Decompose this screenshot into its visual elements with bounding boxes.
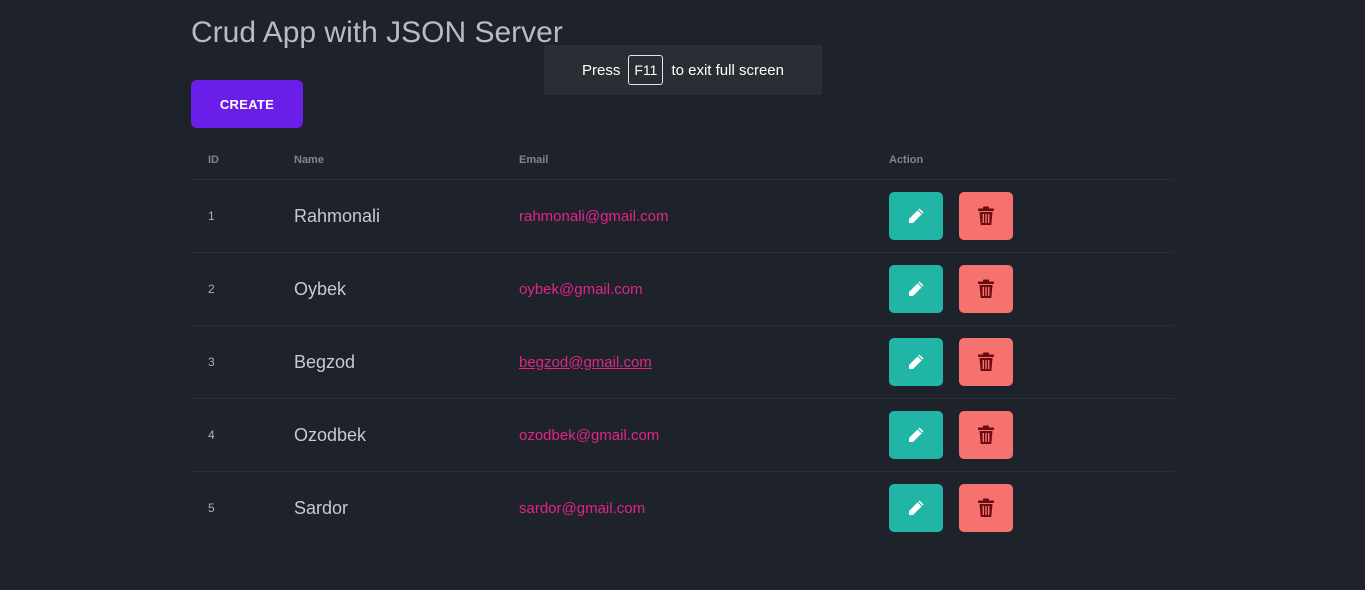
row-id: 3 (208, 355, 215, 369)
row-actions (889, 399, 1013, 471)
row-name: Begzod (294, 351, 356, 372)
row-id: 2 (208, 282, 215, 296)
table-row: 1 Rahmonali rahmonali@gmail.com (191, 180, 1174, 253)
column-header-id: ID (208, 154, 219, 166)
column-header-action: Action (889, 154, 924, 166)
row-name: Oybek (294, 278, 347, 299)
pencil-icon (909, 500, 924, 515)
row-id: 4 (208, 428, 215, 442)
row-id: 1 (208, 209, 215, 223)
row-actions (889, 180, 1013, 252)
row-actions (889, 326, 1013, 398)
table-row: 3 Begzod begzod@gmail.com (191, 326, 1174, 399)
column-header-email: Email (519, 154, 549, 166)
toast-text-after: to exit full screen (671, 61, 784, 79)
page-title: Crud App with JSON Server (191, 16, 563, 49)
delete-button[interactable] (959, 484, 1013, 532)
trash-icon (978, 498, 994, 517)
row-name: Ozodbek (294, 424, 367, 445)
trash-icon (978, 206, 994, 225)
table-row: 5 Sardor sardor@gmail.com (191, 472, 1174, 544)
row-email-link[interactable]: sardor@gmail.com (519, 472, 645, 544)
pencil-icon (909, 281, 924, 296)
row-email-link[interactable]: begzod@gmail.com (519, 326, 652, 398)
column-header-name: Name (294, 154, 324, 166)
toast-text-before: Press (582, 61, 621, 79)
pencil-icon (909, 354, 924, 369)
row-name: Rahmonali (294, 205, 381, 226)
delete-button[interactable] (959, 338, 1013, 386)
edit-button[interactable] (889, 411, 943, 459)
edit-button[interactable] (889, 338, 943, 386)
pencil-icon (909, 208, 924, 223)
row-email-link[interactable]: oybek@gmail.com (519, 253, 643, 325)
trash-icon (978, 352, 994, 371)
delete-button[interactable] (959, 192, 1013, 240)
row-email-link[interactable]: ozodbek@gmail.com (519, 399, 659, 471)
edit-button[interactable] (889, 192, 943, 240)
table-header: ID Name Email Action (191, 142, 1174, 180)
users-table: ID Name Email Action 1 Rahmonali rahmona… (191, 142, 1174, 544)
table-row: 2 Oybek oybek@gmail.com (191, 253, 1174, 326)
trash-icon (978, 425, 994, 444)
fullscreen-toast: Press F11 to exit full screen (544, 45, 822, 95)
pencil-icon (909, 427, 924, 442)
table-row: 4 Ozodbek ozodbek@gmail.com (191, 399, 1174, 472)
page: Crud App with JSON Server CREATE ID Name… (0, 0, 1365, 590)
row-id: 5 (208, 501, 215, 515)
create-button[interactable]: CREATE (191, 80, 303, 128)
trash-icon (978, 279, 994, 298)
toast-key: F11 (628, 55, 664, 85)
delete-button[interactable] (959, 265, 1013, 313)
row-email-link[interactable]: rahmonali@gmail.com (519, 180, 668, 252)
edit-button[interactable] (889, 484, 943, 532)
edit-button[interactable] (889, 265, 943, 313)
row-actions (889, 253, 1013, 325)
delete-button[interactable] (959, 411, 1013, 459)
row-actions (889, 472, 1013, 544)
row-name: Sardor (294, 497, 349, 518)
